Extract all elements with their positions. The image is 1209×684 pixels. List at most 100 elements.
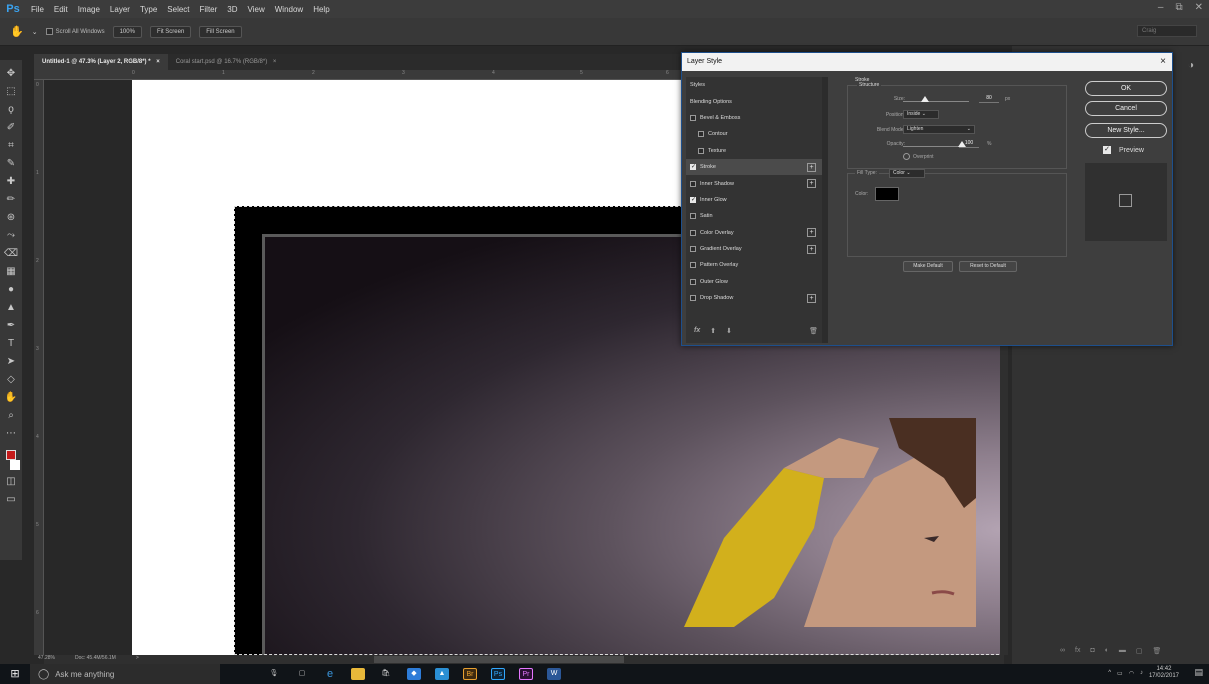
quick-select-tool-icon[interactable]: ✐ xyxy=(3,122,19,134)
menu-view[interactable]: View xyxy=(243,5,270,14)
user-field[interactable]: Craig xyxy=(1137,25,1197,37)
close-icon[interactable]: × xyxy=(1160,53,1166,71)
style-checkbox-checked[interactable]: ✓ xyxy=(690,196,696,203)
style-item-drop-shadow[interactable]: Drop Shadow + xyxy=(686,290,822,306)
style-checkbox-checked[interactable]: ✓ xyxy=(690,164,696,171)
style-item-styles[interactable]: Styles xyxy=(686,77,822,93)
wifi-icon[interactable]: ◠ xyxy=(1129,670,1134,677)
preview-checkbox[interactable]: ✓ xyxy=(1103,146,1111,154)
style-item-gradient-overlay[interactable]: Gradient Overlay + xyxy=(686,241,822,257)
style-item-satin[interactable]: Satin xyxy=(686,208,822,224)
add-color-overlay-plus-icon[interactable]: + xyxy=(807,228,816,238)
style-item-outer-glow[interactable]: Outer Glow xyxy=(686,274,822,290)
style-checkbox[interactable] xyxy=(690,213,696,220)
hand-tool-icon[interactable]: ✋ xyxy=(3,392,19,404)
style-checkbox[interactable] xyxy=(690,180,696,187)
tab-close-icon[interactable]: × xyxy=(273,59,277,65)
clock[interactable]: 14:42 17/02/2017 xyxy=(1149,666,1179,680)
foreground-color-swatch[interactable] xyxy=(6,450,16,460)
menu-help[interactable]: Help xyxy=(308,5,334,14)
microphone-icon[interactable]: 🎙 xyxy=(267,668,281,680)
add-mask-icon[interactable]: ◘ xyxy=(1090,647,1094,655)
link-layers-icon[interactable]: ∞ xyxy=(1060,647,1065,655)
style-checkbox[interactable] xyxy=(690,229,696,236)
tray-chevron-icon[interactable]: ^ xyxy=(1108,670,1111,676)
cancel-button[interactable]: Cancel xyxy=(1085,101,1167,116)
styles-list-scrollbar[interactable] xyxy=(822,77,828,343)
photoshop-app-icon[interactable]: Ps xyxy=(491,668,505,680)
size-slider[interactable] xyxy=(903,101,969,102)
lasso-tool-icon[interactable]: ϙ xyxy=(3,104,19,116)
panel-collapse-icon[interactable]: ◑ xyxy=(1188,60,1208,90)
new-layer-icon[interactable]: ▢ xyxy=(1136,647,1143,655)
scrollbar-thumb[interactable] xyxy=(374,656,624,663)
menu-edit[interactable]: Edit xyxy=(49,5,73,14)
screen-mode-icon[interactable]: ▭ xyxy=(3,494,19,506)
eraser-tool-icon[interactable]: ⌫ xyxy=(3,248,19,260)
shape-tool-icon[interactable]: ◇ xyxy=(3,374,19,386)
more-tools-icon[interactable]: ⋯ xyxy=(3,428,19,440)
trash-icon[interactable]: 🗑 xyxy=(809,327,818,335)
add-inner-shadow-plus-icon[interactable]: + xyxy=(807,179,816,189)
style-checkbox[interactable] xyxy=(690,262,696,269)
word-app-icon[interactable]: W xyxy=(547,668,561,680)
windows-start-icon[interactable]: ⊞ xyxy=(0,664,30,684)
fx-icon[interactable]: fx xyxy=(1075,647,1080,655)
menu-file[interactable]: File xyxy=(26,5,49,14)
tab-close-icon[interactable]: × xyxy=(156,59,160,65)
position-select[interactable]: Inside ⌄ xyxy=(903,110,939,119)
menu-type[interactable]: Type xyxy=(135,5,162,14)
add-gradient-overlay-plus-icon[interactable]: + xyxy=(807,244,816,254)
premiere-app-icon[interactable]: Pr xyxy=(519,668,533,680)
opacity-slider[interactable] xyxy=(903,146,963,147)
style-checkbox[interactable] xyxy=(698,147,704,154)
tab-untitled-1[interactable]: Untitled-1 @ 47.3% (Layer 2, RGB/8*) * × xyxy=(34,54,168,70)
store-icon[interactable]: 🛍 xyxy=(379,668,393,680)
dodge-tool-icon[interactable]: ▲ xyxy=(3,302,19,314)
style-item-pattern-overlay[interactable]: Pattern Overlay xyxy=(686,257,822,273)
overprint-checkbox[interactable] xyxy=(903,153,910,160)
eyedropper-tool-icon[interactable]: ✎ xyxy=(3,158,19,170)
history-brush-tool-icon[interactable]: ⤳ xyxy=(3,230,19,242)
style-item-color-overlay[interactable]: Color Overlay + xyxy=(686,225,822,241)
minimize-icon[interactable]: – xyxy=(1158,2,1164,13)
dialog-title-bar[interactable]: Layer Style × xyxy=(682,53,1172,71)
fill-screen-button[interactable]: Fill Screen xyxy=(199,25,242,38)
style-checkbox[interactable] xyxy=(690,114,696,121)
tab-coral-start[interactable]: Coral start.psd @ 16.7% (RGB/8*) × xyxy=(168,54,285,70)
cortana-search-box[interactable]: ◯ Ask me anything xyxy=(30,664,220,684)
task-view-icon[interactable]: ▢ xyxy=(295,668,309,680)
scroll-all-windows-checkbox[interactable]: Scroll All Windows xyxy=(45,28,105,35)
stroke-color-swatch[interactable] xyxy=(875,187,899,201)
blend-mode-select[interactable]: Lighten ⌄ xyxy=(903,125,975,134)
file-explorer-icon[interactable] xyxy=(351,668,365,680)
menu-window[interactable]: Window xyxy=(270,5,308,14)
quick-mask-icon[interactable]: ◫ xyxy=(3,476,19,488)
background-color-swatch[interactable] xyxy=(10,460,20,470)
path-select-tool-icon[interactable]: ➤ xyxy=(3,356,19,368)
pen-tool-icon[interactable]: ✒ xyxy=(3,320,19,332)
style-item-inner-glow[interactable]: ✓ Inner Glow xyxy=(686,192,822,208)
new-group-icon[interactable]: ▬ xyxy=(1119,647,1126,655)
adjustment-layer-icon[interactable]: ◐ xyxy=(1105,647,1109,655)
dropbox-icon[interactable]: ◆ xyxy=(407,668,421,680)
preview-toggle[interactable]: ✓ Preview xyxy=(1103,146,1144,154)
opacity-field[interactable]: 100 xyxy=(959,140,979,148)
fill-type-select[interactable]: Color ⌄ xyxy=(889,169,925,178)
move-down-icon[interactable]: ⬇ xyxy=(726,327,732,335)
menu-filter[interactable]: Filter xyxy=(195,5,223,14)
move-up-icon[interactable]: ⬆ xyxy=(710,327,716,335)
add-stroke-plus-icon[interactable]: + xyxy=(807,162,816,172)
make-default-button[interactable]: Make Default xyxy=(903,261,953,272)
style-item-contour[interactable]: Contour xyxy=(686,126,822,142)
hand-tool-icon[interactable]: ✋ xyxy=(10,25,24,38)
photos-icon[interactable]: ▲ xyxy=(435,668,449,680)
style-checkbox[interactable] xyxy=(698,131,704,138)
style-item-bevel-emboss[interactable]: Bevel & Emboss xyxy=(686,110,822,126)
delete-layer-icon[interactable]: 🗑 xyxy=(1153,647,1162,655)
style-item-blending-options[interactable]: Blending Options xyxy=(686,93,822,109)
size-slider-knob[interactable] xyxy=(921,96,929,102)
clone-stamp-tool-icon[interactable]: ⊛ xyxy=(3,212,19,224)
style-item-texture[interactable]: Texture xyxy=(686,143,822,159)
menu-3d[interactable]: 3D xyxy=(222,5,242,14)
